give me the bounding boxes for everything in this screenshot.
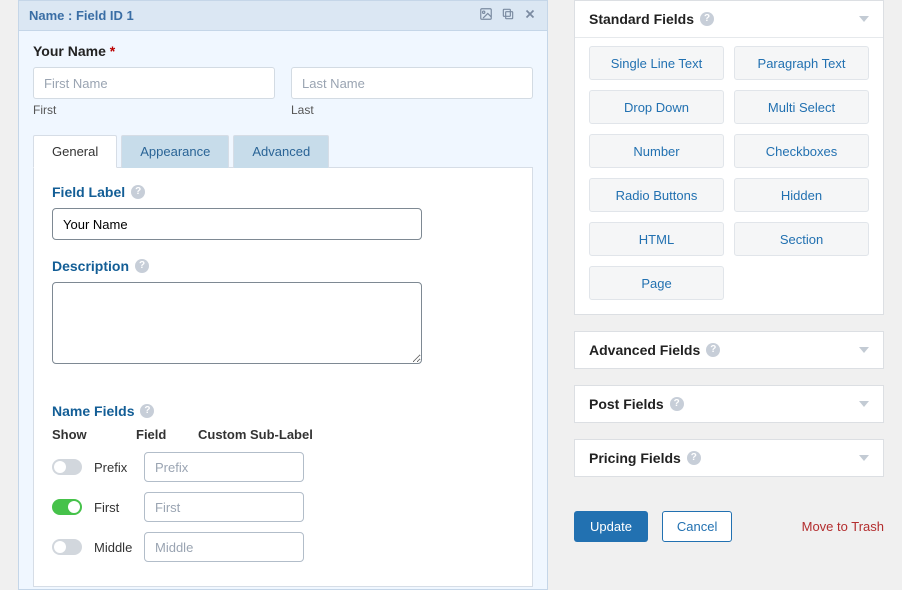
help-icon[interactable]: ?	[700, 12, 714, 26]
tab-appearance[interactable]: Appearance	[121, 135, 229, 168]
close-icon[interactable]	[523, 7, 537, 24]
subfield-name: Prefix	[94, 460, 144, 475]
field-type-button[interactable]: Paragraph Text	[734, 46, 869, 80]
subfield-name: Middle	[94, 540, 144, 555]
cancel-button[interactable]: Cancel	[662, 511, 732, 542]
chevron-down-icon[interactable]	[859, 455, 869, 461]
field-header-title: Name : Field ID 1	[29, 8, 134, 23]
first-sublabel: First	[33, 103, 275, 117]
panel-title: Pricing Fields	[589, 450, 681, 466]
field-type-button[interactable]: Drop Down	[589, 90, 724, 124]
help-icon[interactable]: ?	[670, 397, 684, 411]
preview-label-text: Your Name	[33, 43, 106, 59]
preview-label: Your Name *	[33, 43, 533, 59]
help-icon[interactable]: ?	[131, 185, 145, 199]
description-textarea[interactable]	[52, 282, 422, 364]
subfields-header: Show Field Custom Sub-Label	[52, 427, 514, 442]
chevron-down-icon[interactable]	[859, 347, 869, 353]
field-type-button[interactable]: Hidden	[734, 178, 869, 212]
panel-head-standard[interactable]: Standard Fields ?	[575, 1, 883, 37]
field-header: Name : Field ID 1	[19, 1, 547, 31]
sublabel-input[interactable]	[144, 532, 304, 562]
field-type-button[interactable]: Single Line Text	[589, 46, 724, 80]
sublabel-input[interactable]	[144, 492, 304, 522]
field-type-button[interactable]: HTML	[589, 222, 724, 256]
help-icon[interactable]: ?	[140, 404, 154, 418]
show-toggle[interactable]	[52, 499, 82, 515]
tab-panel-general: Field Label ? Description ? Name Fields …	[33, 167, 533, 587]
duplicate-icon[interactable]	[501, 7, 515, 24]
last-name-input[interactable]	[291, 67, 533, 99]
field-type-button[interactable]: Multi Select	[734, 90, 869, 124]
required-star: *	[110, 43, 115, 59]
panel-title: Advanced Fields	[589, 342, 700, 358]
tab-general[interactable]: General	[33, 135, 117, 168]
panel-advanced-fields: Advanced Fields ?	[574, 331, 884, 369]
panel-standard-fields: Standard Fields ? Single Line Text Paragr…	[574, 0, 884, 315]
image-icon[interactable]	[479, 7, 493, 24]
subfield-name: First	[94, 500, 144, 515]
field-type-button[interactable]: Radio Buttons	[589, 178, 724, 212]
panel-post-fields: Post Fields ?	[574, 385, 884, 423]
field-type-button[interactable]: Page	[589, 266, 724, 300]
subfield-row: Prefix	[52, 452, 514, 482]
chevron-down-icon[interactable]	[859, 16, 869, 22]
update-button[interactable]: Update	[574, 511, 648, 542]
field-type-button[interactable]: Checkboxes	[734, 134, 869, 168]
help-icon[interactable]: ?	[706, 343, 720, 357]
description-title: Description ?	[52, 258, 514, 274]
field-label-title: Field Label ?	[52, 184, 514, 200]
tab-advanced[interactable]: Advanced	[233, 135, 329, 168]
name-fields-title: Name Fields ?	[52, 403, 514, 419]
panel-head-pricing[interactable]: Pricing Fields ?	[575, 440, 883, 476]
panel-head-advanced[interactable]: Advanced Fields ?	[575, 332, 883, 368]
show-toggle[interactable]	[52, 539, 82, 555]
panel-title: Post Fields	[589, 396, 664, 412]
field-type-button[interactable]: Section	[734, 222, 869, 256]
panel-head-post[interactable]: Post Fields ?	[575, 386, 883, 422]
help-icon[interactable]: ?	[135, 259, 149, 273]
chevron-down-icon[interactable]	[859, 401, 869, 407]
panel-pricing-fields: Pricing Fields ?	[574, 439, 884, 477]
first-name-input[interactable]	[33, 67, 275, 99]
field-label-input[interactable]	[52, 208, 422, 240]
move-to-trash-link[interactable]: Move to Trash	[802, 519, 884, 534]
help-icon[interactable]: ?	[687, 451, 701, 465]
last-sublabel: Last	[291, 103, 533, 117]
field-type-button[interactable]: Number	[589, 134, 724, 168]
field-block: Name : Field ID 1 Your Name *	[18, 0, 548, 590]
sublabel-input[interactable]	[144, 452, 304, 482]
subfield-row: Middle	[52, 532, 514, 562]
subfield-row: First	[52, 492, 514, 522]
show-toggle[interactable]	[52, 459, 82, 475]
panel-title: Standard Fields	[589, 11, 694, 27]
